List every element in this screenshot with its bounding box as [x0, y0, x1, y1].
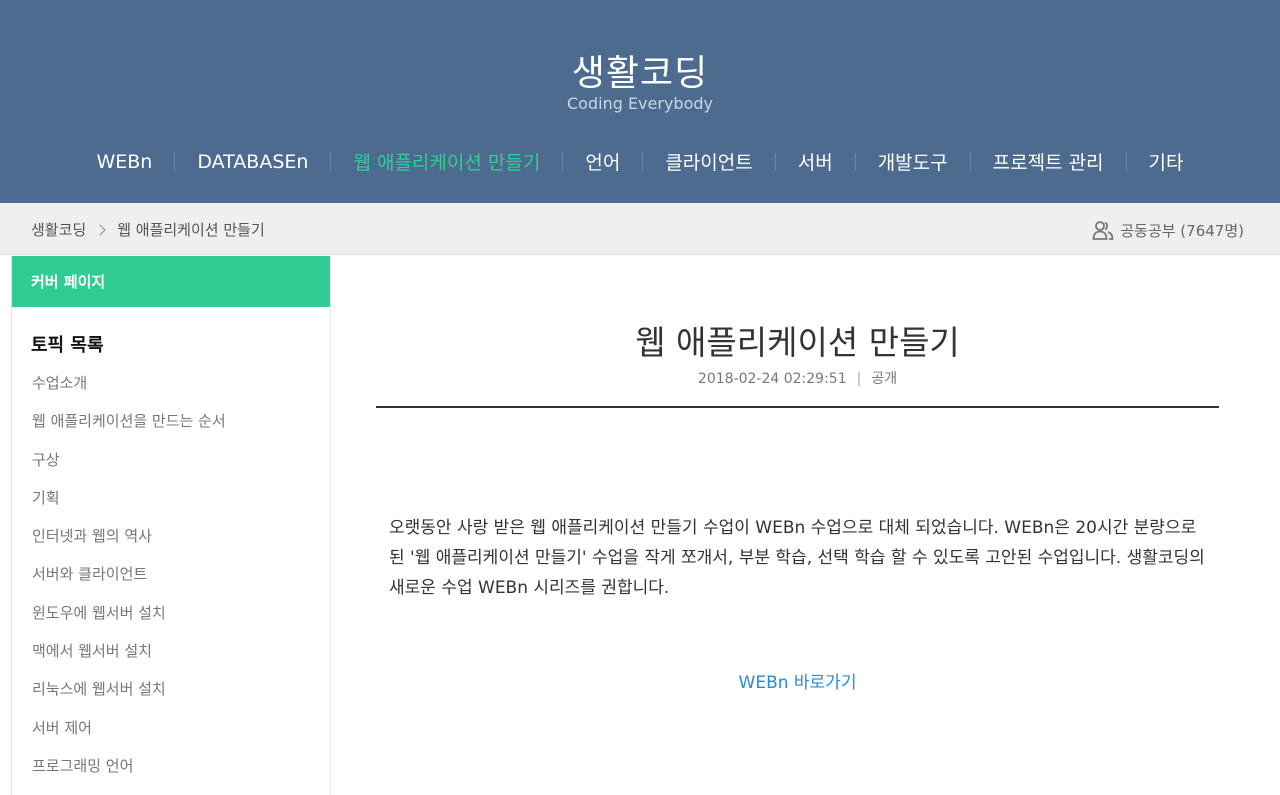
nav-item[interactable]: 프로젝트 관리 [971, 148, 1126, 175]
toc-item[interactable]: 웹 애플리케이션을 만드는 순서 [32, 410, 226, 448]
main-nav: WEBn DATABASEn 웹 애플리케이션 만들기 언어 클라이언트 서버 개발도구 프로… [0, 148, 1280, 175]
study-group[interactable]: 공동공부 (7647명) [1092, 219, 1244, 241]
nav-item[interactable]: 개발도구 [856, 148, 970, 175]
toc-item[interactable]: 윈도우에 웹서버 설치 [32, 602, 226, 640]
nav-item[interactable]: 서버 [776, 148, 855, 175]
nav-item[interactable]: DATABASEn [175, 151, 330, 173]
nav-item[interactable]: 기타 [1127, 148, 1206, 175]
breadcrumb-current[interactable]: 웹 애플리케이션 만들기 [117, 219, 265, 240]
breadcrumb-bar: 생활코딩 웹 애플리케이션 만들기 공동공부 (7647명) [0, 203, 1280, 255]
toc-item[interactable]: 구상 [32, 449, 226, 487]
breadcrumb: 생활코딩 웹 애플리케이션 만들기 [31, 219, 265, 240]
toc-item[interactable]: 서버 제어 [32, 717, 226, 755]
toc-list: 수업소개 웹 애플리케이션을 만드는 순서 구상 기획 인터넷과 웹의 역사 서버와 클라… [32, 372, 226, 793]
title-divider [376, 406, 1219, 408]
webn-link[interactable]: WEBn 바로가기 [376, 668, 1219, 693]
page-title: 웹 애플리케이션 만들기 [635, 323, 960, 362]
toc-item[interactable]: 수업소개 [32, 372, 226, 410]
nav-item[interactable]: 웹 애플리케이션 만들기 [331, 148, 562, 175]
article-line: 오랫동안 사랑 받은 웹 애플리케이션 만들기 수업이 WEBn 수업으로 대체… [389, 518, 1197, 538]
nav-item[interactable]: WEBn [74, 151, 174, 173]
sidebar: 커버 페이지 토픽 목록 수업소개 웹 애플리케이션을 만드는 순서 구상 기획 인터넷… [11, 256, 331, 795]
cover-page-button[interactable]: 커버 페이지 [12, 256, 330, 307]
toc-item[interactable]: 서버와 클라이언트 [32, 563, 226, 601]
nav-item[interactable]: 언어 [563, 148, 642, 175]
site-subtitle: Coding Everybody [567, 94, 713, 113]
nav-item[interactable]: 클라이언트 [643, 148, 774, 175]
toc-item[interactable]: 리눅스에 웹서버 설치 [32, 678, 226, 716]
meta-divider: | [856, 371, 862, 387]
toc-item[interactable]: 프로그래밍 언어 [32, 755, 226, 793]
site-title[interactable]: 생활코딩 [0, 44, 1280, 96]
article-date: 2018-02-24 02:29:51 [697, 371, 847, 387]
chevron-right-icon [94, 223, 106, 236]
study-label: 공동공부 (7647명) [1120, 221, 1244, 240]
toc-title: 토픽 목록 [31, 335, 104, 356]
article-meta: 2018-02-24 02:29:51 | 공개 [376, 368, 1219, 388]
article-line: 새로운 수업 WEBn 시리즈를 권합니다. [389, 578, 670, 598]
toc-item[interactable]: 맥에서 웹서버 설치 [32, 640, 226, 678]
article-line: 된 '웹 애플리케이션 만들기' 수업을 작게 쪼개서, 부분 학습, 선택 학… [389, 548, 1205, 568]
site-header: 생활코딩 Coding Everybody WEBn DATABASEn 웹 애플리… [0, 0, 1280, 203]
users-icon [1092, 221, 1114, 240]
toc-item[interactable]: 인터넷과 웹의 역사 [32, 525, 226, 563]
article-body: 오랫동안 사랑 받은 웹 애플리케이션 만들기 수업이 WEBn 수업으로 대체… [389, 513, 1219, 603]
article-visibility: 공개 [871, 371, 898, 387]
toc-item[interactable]: 기획 [32, 487, 226, 525]
breadcrumb-home[interactable]: 생활코딩 [31, 219, 86, 240]
